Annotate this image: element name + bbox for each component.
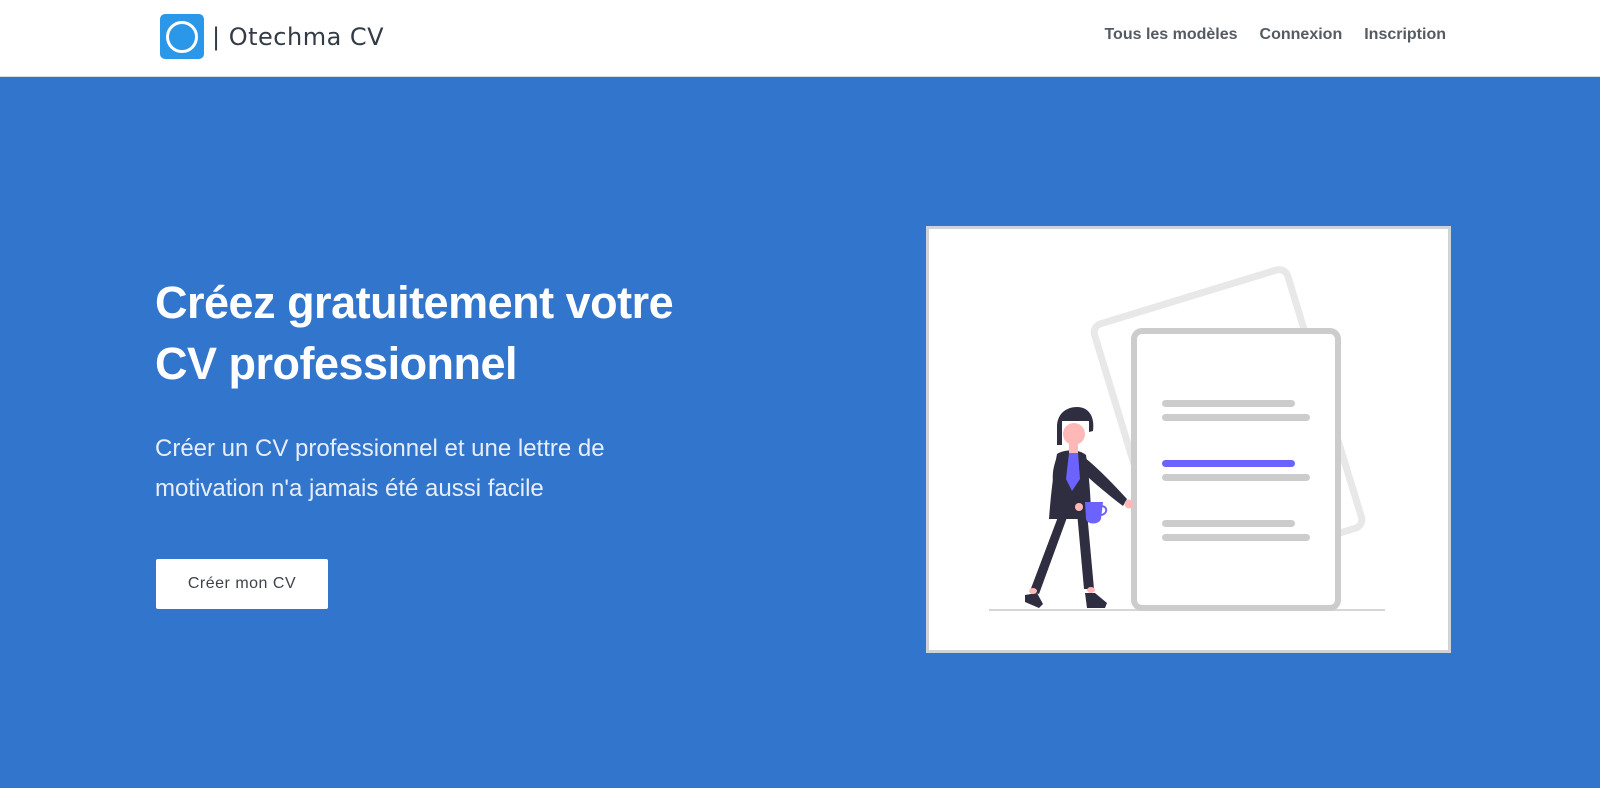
hero-illustration-card (926, 226, 1451, 653)
document-text-line (1162, 400, 1295, 407)
brand-name: | Otechma CV (212, 22, 385, 51)
create-cv-button[interactable]: Créer mon CV (156, 559, 328, 609)
hero-title: Créez gratuitement votre CV professionne… (155, 272, 775, 394)
top-navbar: | Otechma CV Tous les modèles Connexion … (0, 0, 1600, 77)
document-accent-line (1162, 460, 1295, 467)
document-text-line (1162, 520, 1295, 527)
hero-subtitle: Créer un CV professionnel et une lettre … (155, 429, 715, 509)
document-text-line (1162, 474, 1310, 481)
nav-link-signup[interactable]: Inscription (1364, 26, 1446, 44)
hero-title-line-2: CV professionnel (155, 338, 518, 389)
circle-logo-icon (160, 14, 204, 59)
hero-title-line-1: Créez gratuitement votre (155, 277, 674, 328)
woman-figure (1025, 407, 1134, 608)
main-nav: Tous les modèles Connexion Inscription (1104, 26, 1446, 44)
woman-with-document-illustration (989, 266, 1385, 611)
document-text-line (1162, 534, 1310, 541)
brand-logo-link[interactable]: | Otechma CV (160, 14, 384, 59)
hero-subtitle-line-1: Créer un CV professionnel et une lettre … (155, 435, 605, 462)
nav-link-all-templates[interactable]: Tous les modèles (1104, 26, 1237, 44)
nav-link-login[interactable]: Connexion (1260, 26, 1343, 44)
document-text-line (1162, 414, 1310, 421)
hero-subtitle-line-2: motivation n'a jamais été aussi facile (155, 475, 544, 502)
front-document-shape (1131, 328, 1341, 611)
